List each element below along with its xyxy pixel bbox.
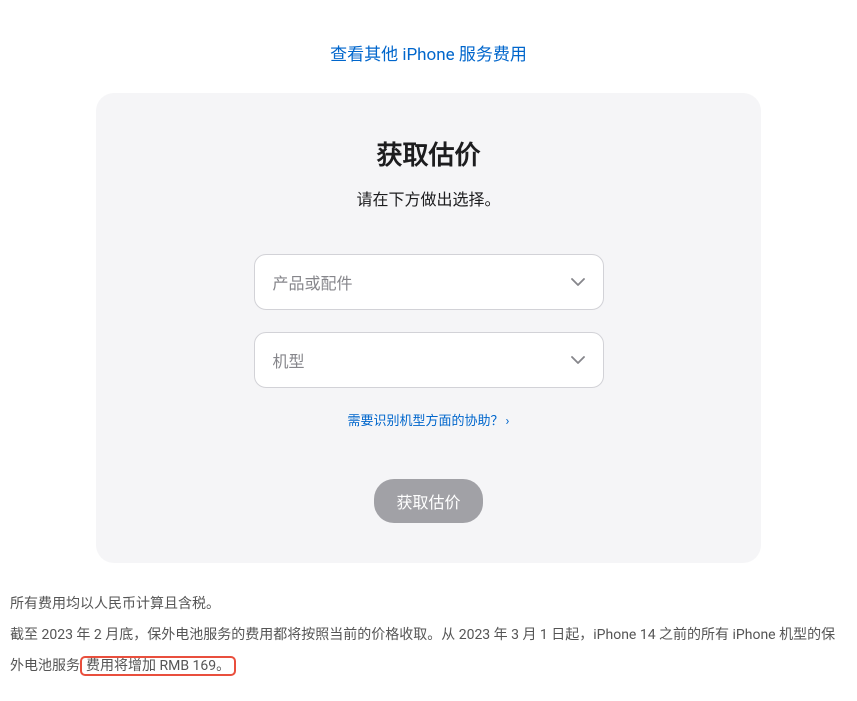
top-link-row: 查看其他 iPhone 服务费用 (0, 0, 857, 93)
identify-model-help-link[interactable]: 需要识别机型方面的协助？› (348, 414, 510, 429)
product-select[interactable]: 产品或配件 (254, 254, 604, 310)
footnote-currency: 所有费用均以人民币计算且含税。 (10, 589, 847, 620)
model-select-wrap: 机型 (254, 332, 604, 388)
footnotes: 所有费用均以人民币计算且含税。 截至 2023 年 2 月底，保外电池服务的费用… (0, 563, 857, 701)
model-placeholder: 机型 (273, 348, 305, 372)
product-placeholder: 产品或配件 (273, 270, 353, 294)
card-subtitle: 请在下方做出选择。 (136, 186, 721, 210)
get-estimate-button[interactable]: 获取估价 (374, 479, 482, 523)
chevron-right-icon: › (506, 414, 510, 429)
chevron-down-icon (571, 278, 585, 286)
other-services-link[interactable]: 查看其他 iPhone 服务费用 (330, 45, 527, 65)
model-select[interactable]: 机型 (254, 332, 604, 388)
price-increase-highlight: 费用将增加 RMB 169。 (80, 656, 236, 676)
help-link-label: 需要识别机型方面的协助？ (348, 414, 504, 429)
footnote-price-change: 截至 2023 年 2 月底，保外电池服务的费用都将按照当前的价格收取。从 20… (10, 620, 847, 682)
chevron-down-icon (571, 356, 585, 364)
help-link-row: 需要识别机型方面的协助？› (136, 410, 721, 429)
card-title: 获取估价 (136, 135, 721, 172)
estimate-card: 获取估价 请在下方做出选择。 产品或配件 机型 需要识别机型方面的协助？› 获取… (96, 93, 761, 563)
product-select-wrap: 产品或配件 (254, 254, 604, 310)
